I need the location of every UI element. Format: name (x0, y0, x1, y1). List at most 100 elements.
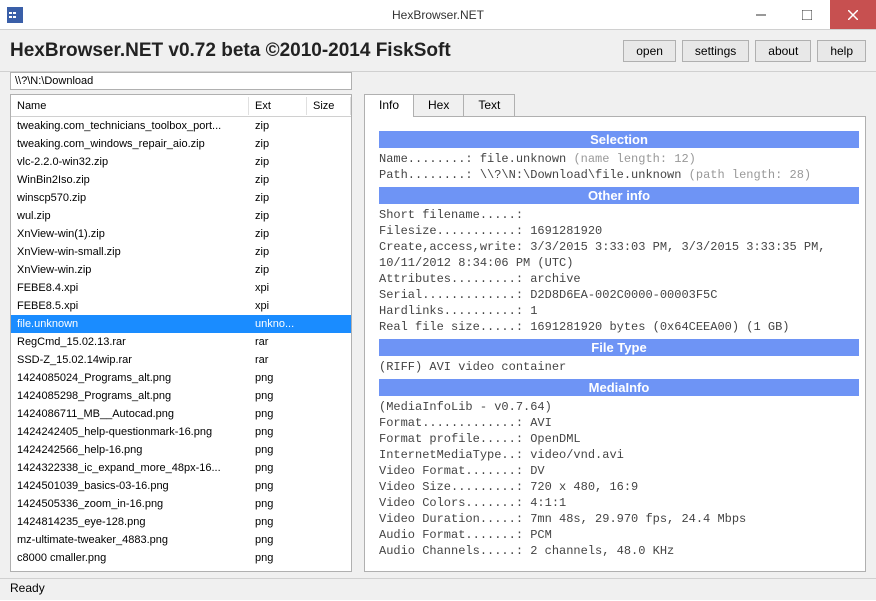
mi-aformat: Audio Format.......: PCM (379, 527, 859, 543)
section-selection: Selection (379, 131, 859, 148)
file-ext: rar (249, 336, 307, 348)
mi-format: Format.............: AVI (379, 415, 859, 431)
mediainfo-lib: (MediaInfoLib - v0.7.64) (379, 399, 859, 415)
file-name: vlc-2.2.0-win32.zip (11, 156, 249, 168)
settings-button[interactable]: settings (682, 40, 749, 62)
pathbar (0, 72, 876, 94)
file-ext: png (249, 480, 307, 492)
file-ext: zip (249, 120, 307, 132)
help-button[interactable]: help (817, 40, 866, 62)
file-name: c8000 cmaller.png (11, 552, 249, 564)
file-ext: png (249, 534, 307, 546)
file-ext: png (249, 426, 307, 438)
open-button[interactable]: open (623, 40, 676, 62)
file-row[interactable]: XnView-win.zipzip (11, 261, 351, 279)
mi-profile: Format profile.....: OpenDML (379, 431, 859, 447)
file-row[interactable]: RegCmd_15.02.13.rarrar (11, 333, 351, 351)
file-ext: png (249, 462, 307, 474)
file-row[interactable]: tweaking.com_technicians_toolbox_port...… (11, 117, 351, 135)
section-mediainfo: MediaInfo (379, 379, 859, 396)
file-row[interactable]: FEBE8.5.xpixpi (11, 297, 351, 315)
file-ext: png (249, 390, 307, 402)
info-pane[interactable]: Selection Name........: file.unknown (na… (364, 116, 866, 572)
file-row[interactable]: wul.zipzip (11, 207, 351, 225)
file-row[interactable]: c8000 cmaller.pngpng (11, 549, 351, 567)
mi-imt: InternetMediaType..: video/vnd.avi (379, 447, 859, 463)
filetype-desc: (RIFF) AVI video container (379, 359, 859, 375)
tab-info[interactable]: Info (364, 94, 414, 117)
file-row[interactable]: 1424242566_help-16.pngpng (11, 441, 351, 459)
file-row[interactable]: file.unknownunkno... (11, 315, 351, 333)
file-name: XnView-win(1).zip (11, 228, 249, 240)
section-other: Other info (379, 187, 859, 204)
file-row[interactable]: 1424814235_eye-128.pngpng (11, 513, 351, 531)
real-file-size: Real file size.....: 1691281920 bytes (0… (379, 319, 859, 335)
file-name: 1424085298_Programs_alt.png (11, 390, 249, 402)
file-ext: zip (249, 210, 307, 222)
file-row[interactable]: 1424501039_basics-03-16.pngpng (11, 477, 351, 495)
mi-vdur: Video Duration.....: 7mn 48s, 29.970 fps… (379, 511, 859, 527)
window-title: HexBrowser.NET (392, 8, 484, 22)
file-name: XnView-win.zip (11, 264, 249, 276)
minimize-button[interactable] (738, 0, 784, 29)
file-ext: png (249, 516, 307, 528)
file-list-header: Name Ext Size (11, 95, 351, 117)
file-ext: zip (249, 264, 307, 276)
file-ext: zip (249, 192, 307, 204)
col-ext-header[interactable]: Ext (249, 97, 307, 115)
file-row[interactable]: XnView-win(1).zipzip (11, 225, 351, 243)
path-input[interactable] (10, 72, 352, 90)
file-row[interactable]: mz-ultimate-tweaker_4883.pngpng (11, 531, 351, 549)
file-row[interactable]: XnView-win-small.zipzip (11, 243, 351, 261)
col-size-header[interactable]: Size (307, 97, 351, 115)
file-row[interactable]: vlc-2.2.0-win32.zipzip (11, 153, 351, 171)
file-ext: zip (249, 156, 307, 168)
file-name: mz-ultimate-tweaker_4883.png (11, 534, 249, 546)
file-name: 1424814235_eye-128.png (11, 516, 249, 528)
tab-hex[interactable]: Hex (413, 94, 464, 117)
mi-achannels: Audio Channels.....: 2 channels, 48.0 KH… (379, 543, 859, 559)
file-row[interactable]: 1424505336_zoom_in-16.pngpng (11, 495, 351, 513)
file-row[interactable]: FEBE8.4.xpixpi (11, 279, 351, 297)
file-name: tweaking.com_technicians_toolbox_port... (11, 120, 249, 132)
file-name: 1424505336_zoom_in-16.png (11, 498, 249, 510)
file-name: FEBE8.5.xpi (11, 300, 249, 312)
file-row[interactable]: 1424242405_help-questionmark-16.pngpng (11, 423, 351, 441)
file-row[interactable]: 1424322338_ic_expand_more_48px-16...png (11, 459, 351, 477)
filesize: Filesize...........: 1691281920 (379, 223, 859, 239)
file-list[interactable]: tweaking.com_technicians_toolbox_port...… (11, 117, 351, 571)
file-row[interactable]: SSD-Z_15.02.14wip.rarrar (11, 351, 351, 369)
file-row[interactable]: winscp570.zipzip (11, 189, 351, 207)
file-row[interactable]: WinBin2Iso.zipzip (11, 171, 351, 189)
file-name: 1424242566_help-16.png (11, 444, 249, 456)
file-ext: png (249, 408, 307, 420)
file-name: 1424085024_Programs_alt.png (11, 372, 249, 384)
tab-text[interactable]: Text (463, 94, 515, 117)
file-ext: png (249, 552, 307, 564)
close-button[interactable] (830, 0, 876, 29)
timestamps-2: 10/11/2012 8:34:06 PM (UTC) (379, 255, 859, 271)
file-row[interactable]: 1424085024_Programs_alt.pngpng (11, 369, 351, 387)
app-title: HexBrowser.NET v0.72 beta ©2010-2014 Fis… (10, 40, 451, 62)
short-filename: Short filename.....: (379, 207, 859, 223)
maximize-button[interactable] (784, 0, 830, 29)
file-name: FEBE8.4.xpi (11, 282, 249, 294)
file-ext: png (249, 444, 307, 456)
section-filetype: File Type (379, 339, 859, 356)
col-name-header[interactable]: Name (11, 97, 249, 115)
file-row[interactable]: 1424086711_MB__Autocad.pngpng (11, 405, 351, 423)
selection-name: Name........: file.unknown (name length:… (379, 151, 859, 167)
status-text: Ready (10, 581, 45, 595)
file-ext: png (249, 498, 307, 510)
about-button[interactable]: about (755, 40, 811, 62)
file-ext: zip (249, 174, 307, 186)
file-panel: Name Ext Size tweaking.com_technicians_t… (10, 94, 352, 572)
file-name: WinBin2Iso.zip (11, 174, 249, 186)
file-ext: xpi (249, 282, 307, 294)
window-controls (738, 0, 876, 29)
file-ext: zip (249, 246, 307, 258)
file-name: SSD-Z_15.02.14wip.rar (11, 354, 249, 366)
file-row[interactable]: tweaking.com_windows_repair_aio.zipzip (11, 135, 351, 153)
file-row[interactable]: 1424085298_Programs_alt.pngpng (11, 387, 351, 405)
attributes: Attributes.........: archive (379, 271, 859, 287)
